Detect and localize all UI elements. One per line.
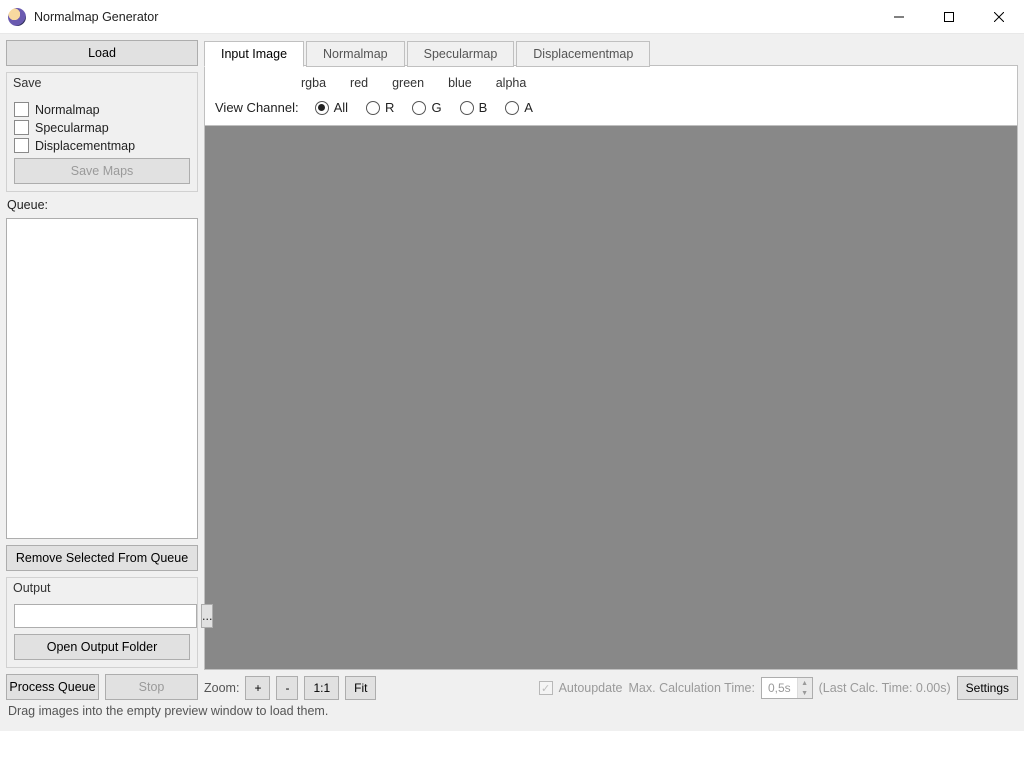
save-check-displacementmap[interactable]: Displacementmap xyxy=(14,138,190,153)
tab-specularmap[interactable]: Specularmap xyxy=(407,41,515,67)
process-queue-button[interactable]: Process Queue xyxy=(6,674,99,700)
stop-button[interactable]: Stop xyxy=(105,674,198,700)
radio-icon xyxy=(460,101,474,115)
zoom-label: Zoom: xyxy=(204,681,239,695)
radio-icon xyxy=(315,101,329,115)
client-area: Load Save Normalmap Specularmap Displace… xyxy=(0,34,1024,731)
radio-label: R xyxy=(385,100,394,115)
hdr-rgba: rgba xyxy=(301,76,326,90)
remove-from-queue-button[interactable]: Remove Selected From Queue xyxy=(6,545,198,571)
radio-all[interactable]: All xyxy=(315,100,348,115)
max-calc-label: Max. Calculation Time: xyxy=(629,681,755,695)
zoom-out-button[interactable]: - xyxy=(276,676,298,700)
save-check-label: Specularmap xyxy=(35,121,109,135)
minimize-button[interactable] xyxy=(874,0,924,33)
radio-label: A xyxy=(524,100,533,115)
save-check-specularmap[interactable]: Specularmap xyxy=(14,120,190,135)
view-channel-label: View Channel: xyxy=(215,100,299,115)
open-output-folder-button[interactable]: Open Output Folder xyxy=(14,634,190,660)
zoom-11-button[interactable]: 1:1 xyxy=(304,676,339,700)
last-calc-label: (Last Calc. Time: 0.00s) xyxy=(819,681,951,695)
checkbox-icon xyxy=(14,120,29,135)
radio-icon xyxy=(412,101,426,115)
zoom-fit-button[interactable]: Fit xyxy=(345,676,376,700)
tabs-row: Input Image Normalmap Specularmap Displa… xyxy=(204,40,1018,66)
output-path-input[interactable] xyxy=(14,604,197,628)
preview-area[interactable] xyxy=(204,126,1018,670)
radio-label: G xyxy=(431,100,441,115)
save-check-label: Normalmap xyxy=(35,103,100,117)
hdr-blue: blue xyxy=(448,76,472,90)
app-icon xyxy=(8,8,26,26)
input-image-panel: rgba red green blue alpha View Channel: … xyxy=(204,65,1018,126)
queue-label: Queue: xyxy=(6,198,198,212)
maximize-button[interactable] xyxy=(924,0,974,33)
save-check-normalmap[interactable]: Normalmap xyxy=(14,102,190,117)
radio-a[interactable]: A xyxy=(505,100,533,115)
output-group: Output ... Open Output Folder xyxy=(6,577,198,668)
radio-icon xyxy=(505,101,519,115)
close-button[interactable] xyxy=(974,0,1024,33)
save-group: Save Normalmap Specularmap Displacementm… xyxy=(6,72,198,192)
spin-down-icon[interactable]: ▼ xyxy=(798,688,812,698)
channel-headers: rgba red green blue alpha xyxy=(215,76,1007,90)
save-maps-button[interactable]: Save Maps xyxy=(14,158,190,184)
tab-displacementmap[interactable]: Displacementmap xyxy=(516,41,650,67)
checkbox-icon xyxy=(14,102,29,117)
browse-output-button[interactable]: ... xyxy=(201,604,213,628)
titlebar: Normalmap Generator xyxy=(0,0,1024,34)
radio-label: B xyxy=(479,100,488,115)
radio-b[interactable]: B xyxy=(460,100,488,115)
radio-r[interactable]: R xyxy=(366,100,394,115)
sidebar: Load Save Normalmap Specularmap Displace… xyxy=(6,40,198,700)
load-button[interactable]: Load xyxy=(6,40,198,66)
tab-normalmap[interactable]: Normalmap xyxy=(306,41,405,67)
radio-icon xyxy=(366,101,380,115)
window-title: Normalmap Generator xyxy=(34,10,158,24)
autoupdate-label: Autoupdate xyxy=(559,681,623,695)
tab-input-image[interactable]: Input Image xyxy=(204,41,304,67)
save-group-label: Save xyxy=(13,76,42,90)
status-text: Drag images into the empty preview windo… xyxy=(8,704,328,718)
window-controls xyxy=(874,0,1024,33)
hdr-alpha: alpha xyxy=(496,76,527,90)
save-check-label: Displacementmap xyxy=(35,139,135,153)
output-group-label: Output xyxy=(13,581,51,595)
hdr-green: green xyxy=(392,76,424,90)
zoom-in-button[interactable]: + xyxy=(245,676,270,700)
view-channel-row: View Channel: All R G xyxy=(215,100,1007,115)
hdr-red: red xyxy=(350,76,368,90)
radio-label: All xyxy=(334,100,348,115)
autoupdate-checkbox[interactable] xyxy=(539,681,553,695)
right-pane: Input Image Normalmap Specularmap Displa… xyxy=(204,40,1018,700)
statusbar: Drag images into the empty preview windo… xyxy=(6,700,1018,722)
spin-up-icon[interactable]: ▲ xyxy=(798,678,812,688)
max-calc-value: 0,5s xyxy=(762,681,797,695)
checkbox-icon xyxy=(14,138,29,153)
queue-list[interactable] xyxy=(6,218,198,539)
radio-g[interactable]: G xyxy=(412,100,441,115)
bottom-toolbar: Zoom: + - 1:1 Fit Autoupdate Max. Calcul… xyxy=(204,670,1018,700)
max-calc-spinner[interactable]: 0,5s ▲ ▼ xyxy=(761,677,813,699)
settings-button[interactable]: Settings xyxy=(957,676,1018,700)
